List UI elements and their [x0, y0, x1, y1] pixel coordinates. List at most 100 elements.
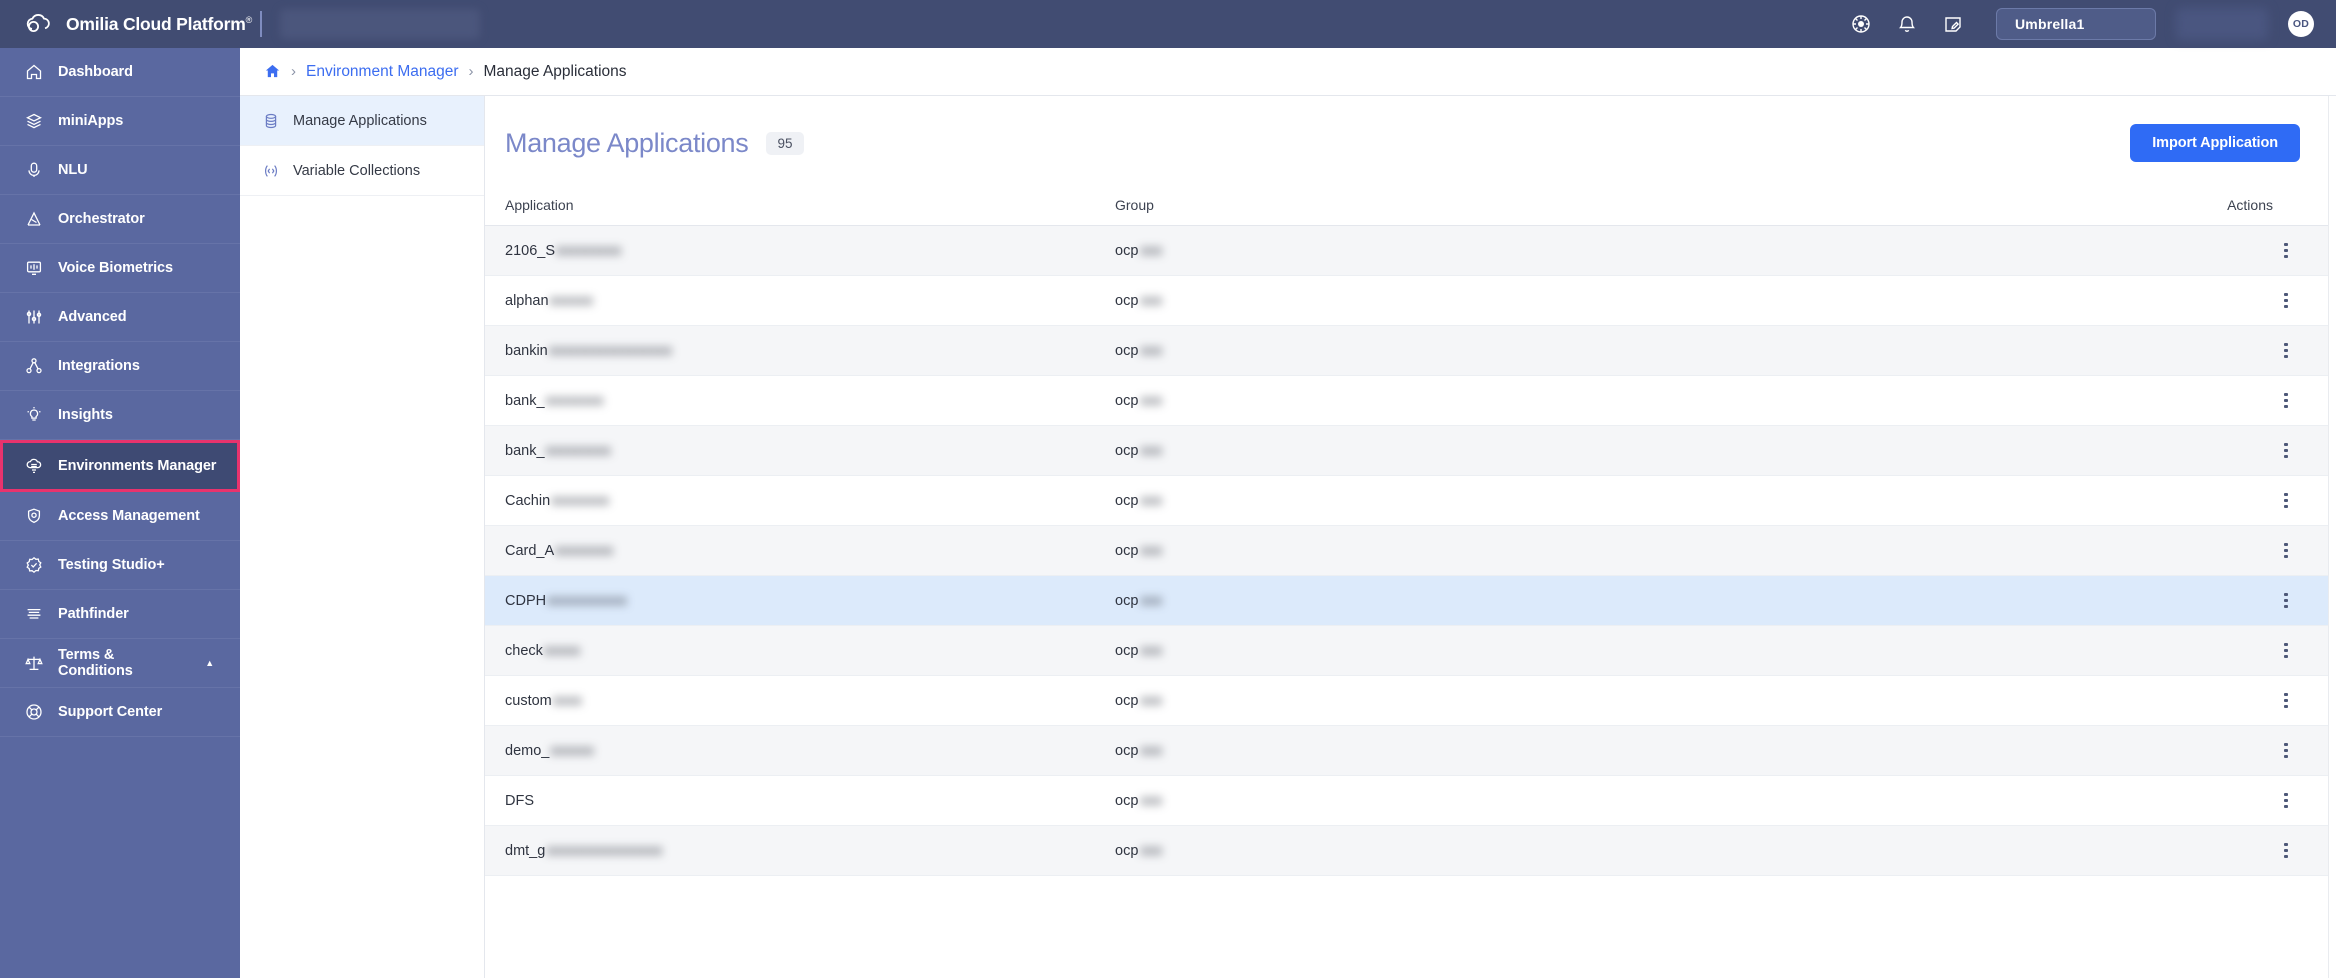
application-name-visible: custom [505, 693, 552, 709]
group-redacted: xxx [1140, 543, 1162, 559]
table-header-row: Application Group Actions [485, 184, 2336, 226]
home-icon[interactable] [264, 63, 281, 80]
microphone-icon [24, 160, 44, 180]
sidebar-item-nlu[interactable]: NLU [0, 146, 240, 195]
application-name-visible: alphan [505, 293, 549, 309]
table-row[interactable]: demo_xxxxxxocpxxx [485, 726, 2336, 776]
table-row[interactable]: Cachinxxxxxxxxocpxxx [485, 476, 2336, 526]
application-name-redacted: xxxxxx [550, 743, 594, 759]
cell-group: ocpxxx [1115, 693, 2015, 709]
table-row[interactable]: Card_Axxxxxxxxocpxxx [485, 526, 2336, 576]
application-name-redacted: xxxxxxxx [555, 543, 613, 559]
group-visible: ocp [1115, 793, 1138, 809]
brand[interactable]: Omilia Cloud Platform® [0, 0, 240, 48]
cell-group: ocpxxx [1115, 443, 2015, 459]
vertical-scrollbar[interactable] [2328, 96, 2336, 978]
import-application-button[interactable]: Import Application [2130, 124, 2300, 162]
breadcrumb-separator: › [469, 63, 474, 80]
table-row[interactable]: bankinxxxxxxxxxxxxxxxxxocpxxx [485, 326, 2336, 376]
kebab-menu-icon[interactable] [2276, 691, 2296, 711]
table-row[interactable]: bank_xxxxxxxxocpxxx [485, 376, 2336, 426]
nodes-icon [24, 356, 44, 376]
group-redacted: xxx [1140, 443, 1162, 459]
sidebar-item-label: Insights [58, 407, 113, 423]
sidebar-item-orchestrator[interactable]: Orchestrator [0, 195, 240, 244]
cell-group: ocpxxx [1115, 743, 2015, 759]
cell-application-name: DFS [505, 793, 1115, 809]
sidebar-item-voice-biometrics[interactable]: Voice Biometrics [0, 244, 240, 293]
application-name-visible: bank_ [505, 393, 545, 409]
sidebar-item-insights[interactable]: Insights [0, 391, 240, 440]
subnav-item-variable-collections[interactable]: Variable Collections [240, 146, 484, 196]
shield-gear-icon [24, 506, 44, 526]
group-visible: ocp [1115, 343, 1138, 359]
group-visible: ocp [1115, 443, 1138, 459]
secondary-selector-blurred[interactable] [2176, 8, 2268, 40]
kebab-menu-icon[interactable] [2276, 591, 2296, 611]
database-icon [262, 112, 280, 130]
breadcrumb-separator: › [291, 63, 296, 80]
sidebar-item-label: miniApps [58, 113, 123, 129]
table-row[interactable]: customxxxxocpxxx [485, 676, 2336, 726]
sidebar-item-label: Pathfinder [58, 606, 129, 622]
user-avatar[interactable]: OD [2288, 11, 2314, 37]
breadcrumb-link-environment-manager[interactable]: Environment Manager [306, 63, 459, 81]
kebab-menu-icon[interactable] [2276, 441, 2296, 461]
kebab-menu-icon[interactable] [2276, 341, 2296, 361]
chevron-up-icon[interactable]: ▲ [205, 658, 214, 668]
sidebar-item-pathfinder[interactable]: Pathfinder [0, 590, 240, 639]
application-name-redacted: xxxxxxxxx [546, 443, 611, 459]
subnav-item-label: Variable Collections [293, 163, 420, 179]
sidebar-item-advanced[interactable]: Advanced [0, 293, 240, 342]
cell-application-name: demo_xxxxxx [505, 743, 1115, 759]
table-row[interactable]: dmt_gxxxxxxxxxxxxxxxxocpxxx [485, 826, 2336, 876]
sidebar-item-terms-conditions[interactable]: Terms & Conditions ▲ [0, 639, 240, 688]
group-visible: ocp [1115, 593, 1138, 609]
notifications-bell-icon[interactable] [1894, 11, 1920, 37]
registered-mark: ® [246, 15, 252, 25]
application-name-redacted: xxxxxxxx [546, 393, 604, 409]
cell-application-name: bankinxxxxxxxxxxxxxxxxx [505, 343, 1115, 359]
table-body: 2106_Sxxxxxxxxxocpxxxalphanxxxxxxocpxxxb… [485, 226, 2336, 876]
cell-application-name: dmt_gxxxxxxxxxxxxxxxx [505, 843, 1115, 859]
subnav-item-label: Manage Applications [293, 113, 427, 129]
kebab-menu-icon[interactable] [2276, 741, 2296, 761]
table-row[interactable]: 2106_Sxxxxxxxxxocpxxx [485, 226, 2336, 276]
application-name-visible: 2106_S [505, 243, 555, 259]
flow-icon [24, 209, 44, 229]
help-icon[interactable] [1848, 11, 1874, 37]
sidebar-item-label: Orchestrator [58, 211, 145, 227]
sidebar-item-testing-studio[interactable]: Testing Studio+ [0, 541, 240, 590]
main-content: Manage Applications 95 Import Applicatio… [485, 96, 2336, 978]
sidebar-item-environments-manager[interactable]: Environments Manager [0, 440, 240, 492]
kebab-menu-icon[interactable] [2276, 391, 2296, 411]
brand-name: Omilia Cloud Platform® [66, 14, 252, 35]
kebab-menu-icon[interactable] [2276, 641, 2296, 661]
notes-icon[interactable] [1940, 11, 1966, 37]
kebab-menu-icon[interactable] [2276, 841, 2296, 861]
sidebar-item-dashboard[interactable]: Dashboard [0, 48, 240, 97]
sidebar-item-label: Dashboard [58, 64, 133, 80]
global-search-input[interactable] [280, 9, 480, 39]
kebab-menu-icon[interactable] [2276, 541, 2296, 561]
sidebar-item-miniapps[interactable]: miniApps [0, 97, 240, 146]
breadcrumb: › Environment Manager › Manage Applicati… [240, 48, 2336, 96]
subnav-item-manage-applications[interactable]: Manage Applications [240, 96, 484, 146]
table-row[interactable]: DFSocpxxx [485, 776, 2336, 826]
environment-selector[interactable]: Umbrella1 [1996, 8, 2156, 40]
sidebar-item-integrations[interactable]: Integrations [0, 342, 240, 391]
kebab-menu-icon[interactable] [2276, 491, 2296, 511]
sidebar-item-label: Support Center [58, 704, 162, 720]
cell-application-name: bank_xxxxxxxx [505, 393, 1115, 409]
table-row[interactable]: bank_xxxxxxxxxocpxxx [485, 426, 2336, 476]
application-count-badge: 95 [766, 132, 803, 155]
kebab-menu-icon[interactable] [2276, 291, 2296, 311]
top-bar: Omilia Cloud Platform® Umbrella1 OD [0, 0, 2336, 48]
table-row[interactable]: alphanxxxxxxocpxxx [485, 276, 2336, 326]
sidebar-item-access-management[interactable]: Access Management [0, 492, 240, 541]
sidebar-item-support-center[interactable]: Support Center [0, 688, 240, 737]
kebab-menu-icon[interactable] [2276, 791, 2296, 811]
table-row[interactable]: checkxxxxxocpxxx [485, 626, 2336, 676]
kebab-menu-icon[interactable] [2276, 241, 2296, 261]
table-row[interactable]: CDPHxxxxxxxxxxxocpxxx [485, 576, 2336, 626]
